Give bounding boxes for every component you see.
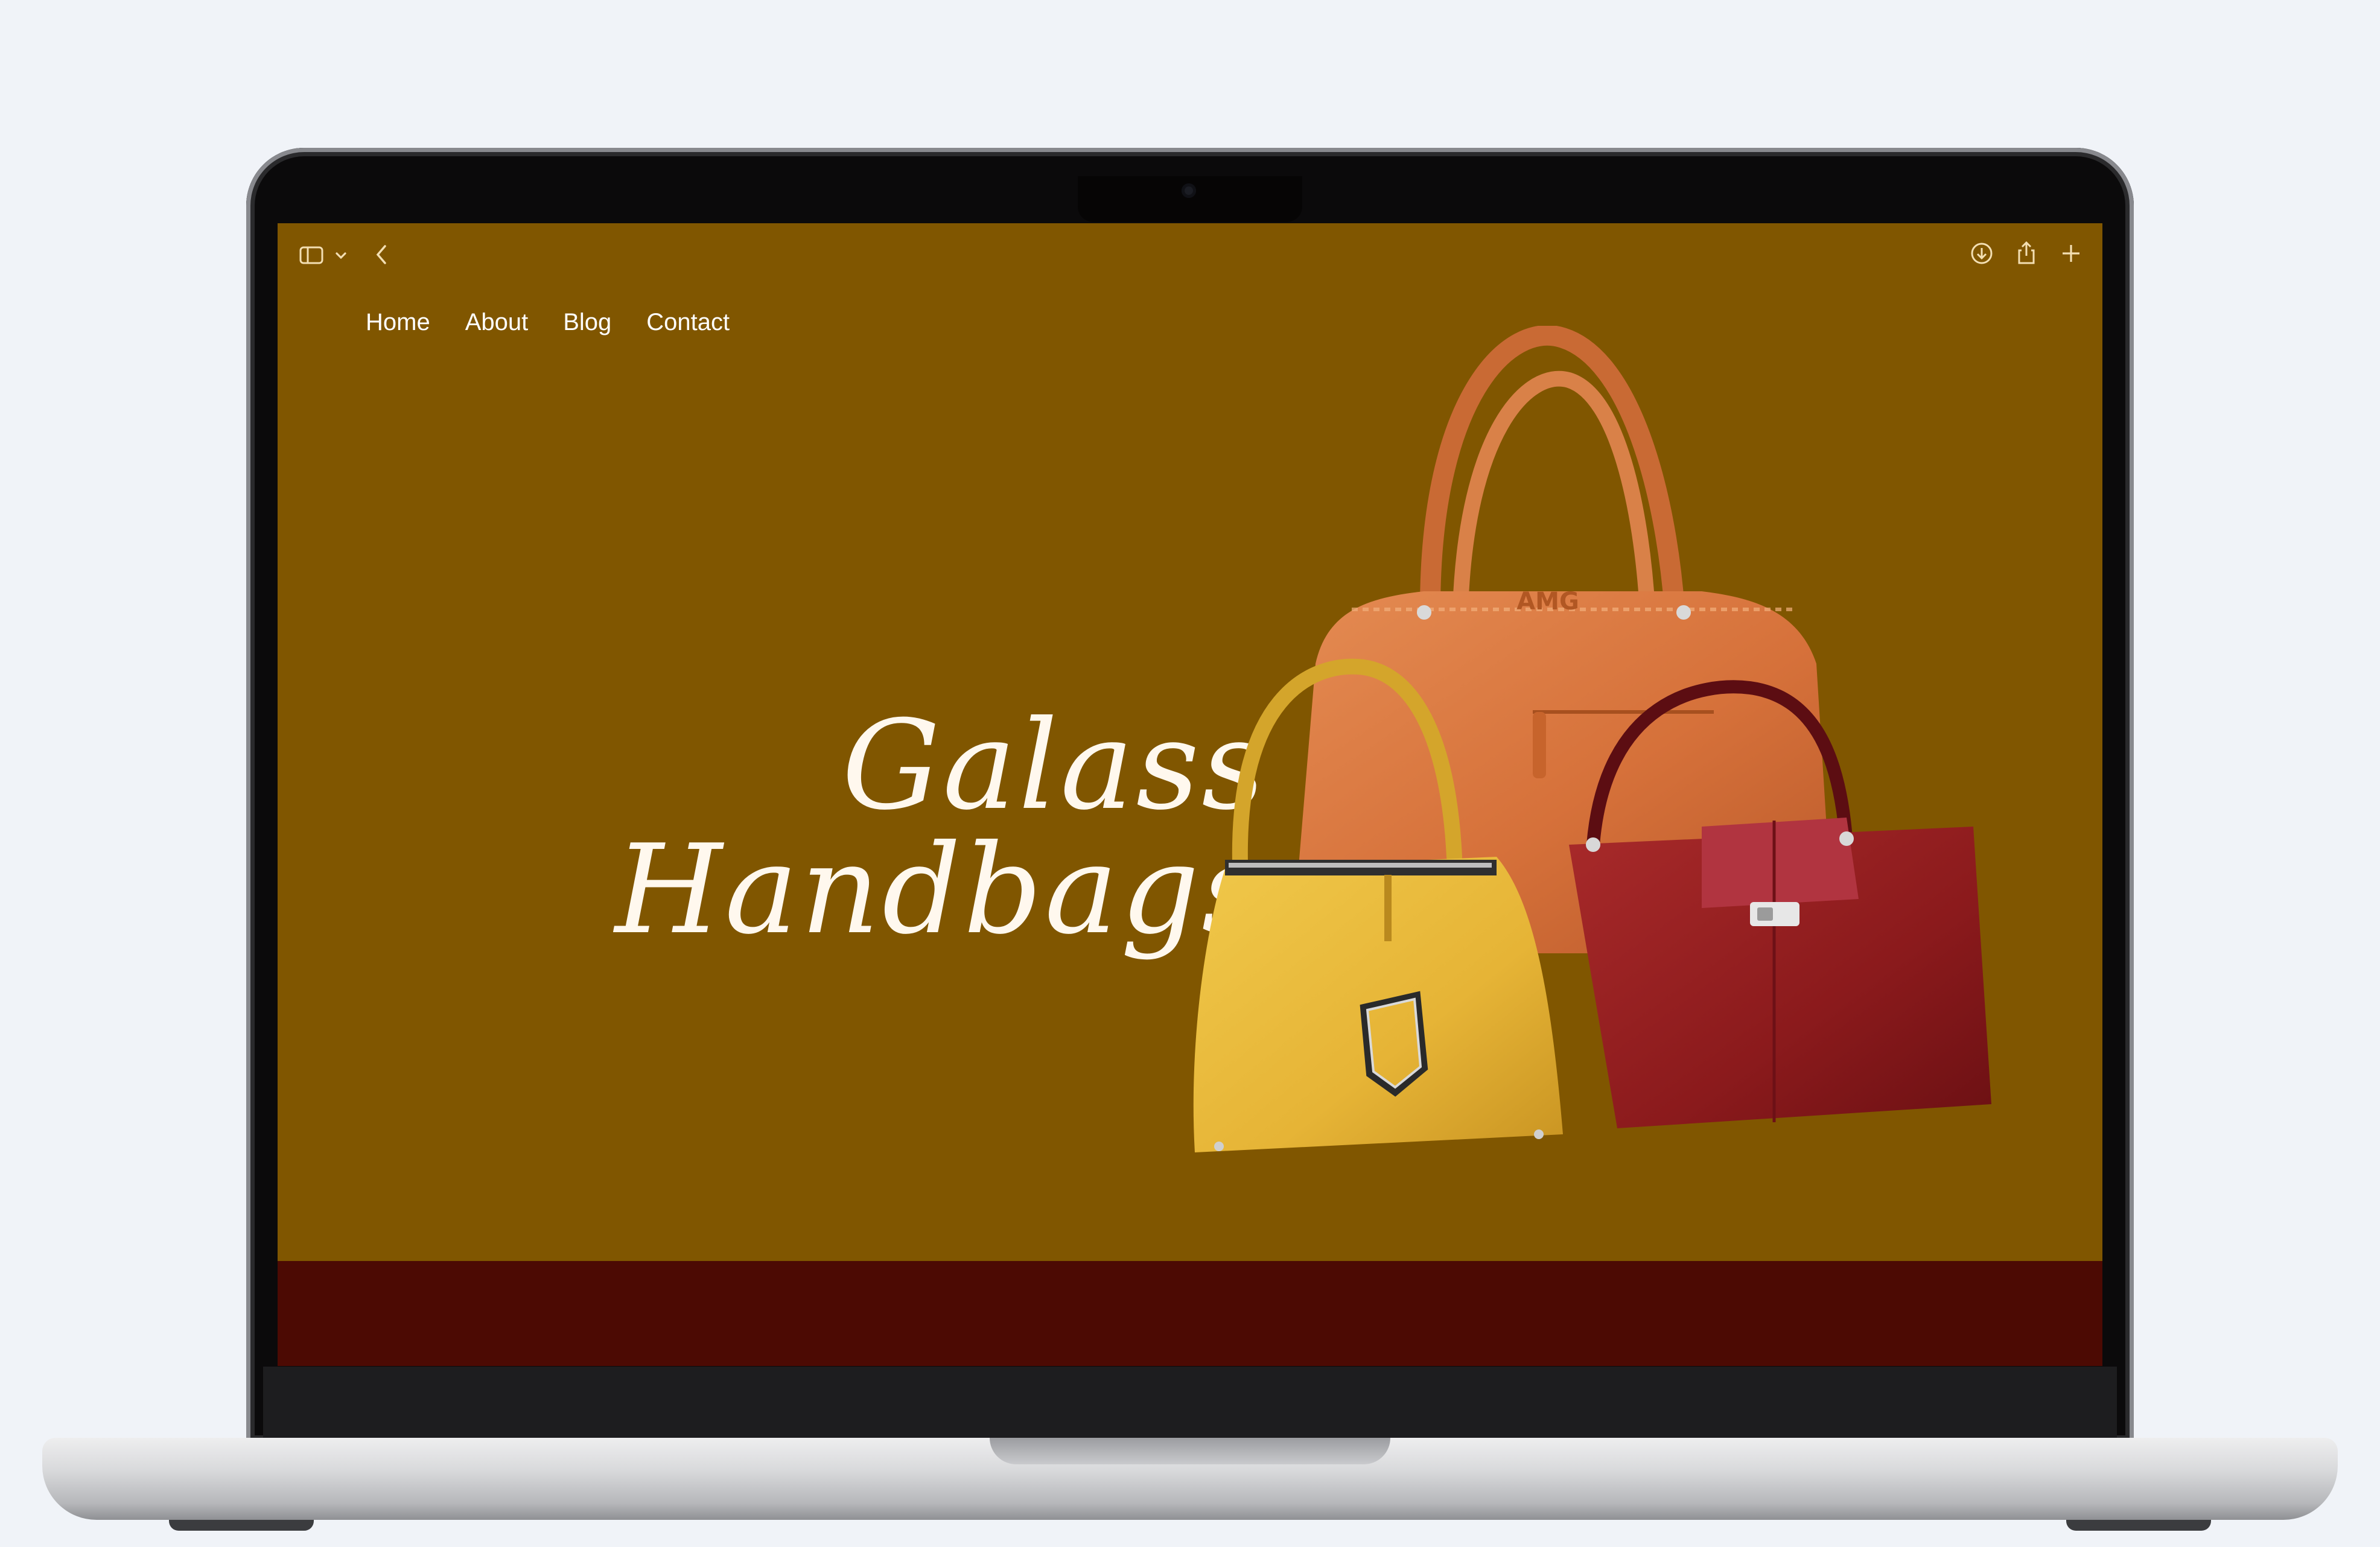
browser-viewport: Home About Blog Contact Galass Handbags	[278, 223, 2102, 1366]
footer-band	[278, 1261, 2102, 1366]
sidebar-icon[interactable]	[299, 243, 323, 271]
nav-link-about[interactable]: About	[465, 309, 529, 336]
nav-link-contact[interactable]: Contact	[646, 309, 730, 336]
share-icon[interactable]	[2014, 240, 2038, 270]
laptop-foot-right	[2066, 1520, 2211, 1531]
nav-link-home[interactable]: Home	[366, 309, 430, 336]
chevron-down-icon[interactable]	[333, 245, 349, 269]
bag-brand-tag: AMG	[1516, 588, 1579, 615]
back-icon[interactable]	[373, 243, 391, 271]
handbags-hero-image: AMG	[1193, 326, 1991, 1152]
new-tab-icon[interactable]	[2059, 241, 2083, 270]
laptop-foot-left	[169, 1520, 314, 1531]
laptop-bezel-bottom	[263, 1367, 2117, 1438]
laptop-opening-notch	[990, 1438, 1390, 1464]
nav-link-blog[interactable]: Blog	[563, 309, 611, 336]
download-icon[interactable]	[1970, 241, 1994, 270]
hero-title: Galass Handbags	[350, 704, 1267, 953]
hero-title-line-2: Handbags	[615, 818, 1267, 962]
main-nav: Home About Blog Contact	[366, 309, 730, 336]
camera-icon	[1182, 183, 1196, 198]
